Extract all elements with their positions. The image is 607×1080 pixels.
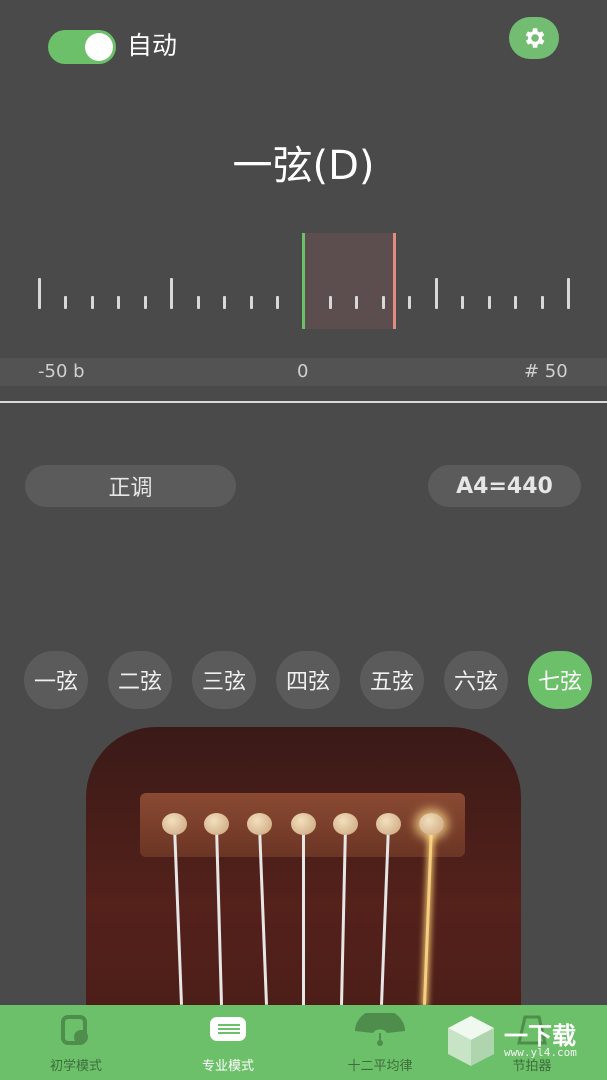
- nav-temperament-label: 十二平均律: [347, 1059, 413, 1074]
- string-button-2[interactable]: 二弦: [108, 651, 172, 709]
- watermark-logo-icon: [448, 1016, 494, 1066]
- pro-icon: [210, 1017, 246, 1041]
- minor-tick: [276, 296, 280, 309]
- minor-tick: [461, 296, 465, 309]
- nav-pro-mode[interactable]: 专业模式: [152, 1005, 304, 1080]
- minor-tick: [64, 296, 68, 309]
- gear-icon: [525, 28, 545, 48]
- settings-button[interactable]: [509, 17, 559, 59]
- minor-tick: [196, 296, 200, 309]
- string-peg: [333, 813, 358, 835]
- beginner-icon: [61, 1015, 88, 1045]
- string-peg: [162, 813, 187, 835]
- minor-tick: [540, 296, 544, 309]
- string-button-5[interactable]: 五弦: [360, 651, 424, 709]
- scale-max-label: # 50: [524, 361, 568, 382]
- temperament-icon: [355, 1013, 405, 1046]
- watermark: 一下载 www.yl4.com: [446, 1010, 606, 1070]
- minor-tick: [514, 296, 518, 309]
- minor-tick: [328, 296, 332, 309]
- major-tick: [434, 278, 438, 309]
- nav-beginner-mode[interactable]: 初学模式: [0, 1005, 152, 1080]
- string-peg: [291, 813, 316, 835]
- reference-pitch-button[interactable]: A4=440: [428, 465, 581, 507]
- string-button-4[interactable]: 四弦: [276, 651, 340, 709]
- string-peg: [419, 813, 444, 835]
- minor-tick: [143, 296, 147, 309]
- scale-zero-label: 0: [297, 361, 309, 382]
- watermark-url: www.yl4.com: [504, 1046, 577, 1059]
- string-button-7[interactable]: 七弦: [528, 651, 592, 709]
- minor-tick: [381, 296, 385, 309]
- major-tick: [170, 278, 174, 309]
- scale-min-label: -50 b: [38, 361, 85, 382]
- string-peg: [376, 813, 401, 835]
- string-button-3[interactable]: 三弦: [192, 651, 256, 709]
- minor-tick: [90, 296, 94, 309]
- toggle-knob: [85, 33, 113, 61]
- in-tune-marker: [302, 233, 305, 329]
- minor-tick: [249, 296, 253, 309]
- minor-tick: [408, 296, 412, 309]
- tuning-mode-button[interactable]: 正调: [25, 465, 236, 507]
- nav-pro-label: 专业模式: [201, 1059, 254, 1074]
- auto-label: 自动: [127, 31, 178, 60]
- major-tick: [38, 278, 41, 309]
- minor-tick: [117, 296, 121, 309]
- divider: [0, 401, 607, 403]
- minor-tick: [223, 296, 227, 309]
- guitar-string[interactable]: [302, 826, 305, 1005]
- string-peg: [247, 813, 272, 835]
- string-peg: [204, 813, 229, 835]
- minor-tick: [487, 296, 491, 309]
- nav-temperament[interactable]: 十二平均律: [304, 1005, 456, 1080]
- string-button-6[interactable]: 六弦: [444, 651, 508, 709]
- pitch-deviation-band: [303, 233, 395, 329]
- current-string-title: 一弦(D): [232, 143, 375, 189]
- string-selector: 一弦 二弦 三弦 四弦 五弦 六弦 七弦: [24, 651, 592, 709]
- string-button-1[interactable]: 一弦: [24, 651, 88, 709]
- major-tick: [567, 278, 570, 309]
- nav-beginner-label: 初学模式: [49, 1059, 102, 1074]
- current-pitch-marker: [393, 233, 396, 329]
- auto-toggle[interactable]: [48, 30, 116, 64]
- minor-tick: [355, 296, 359, 309]
